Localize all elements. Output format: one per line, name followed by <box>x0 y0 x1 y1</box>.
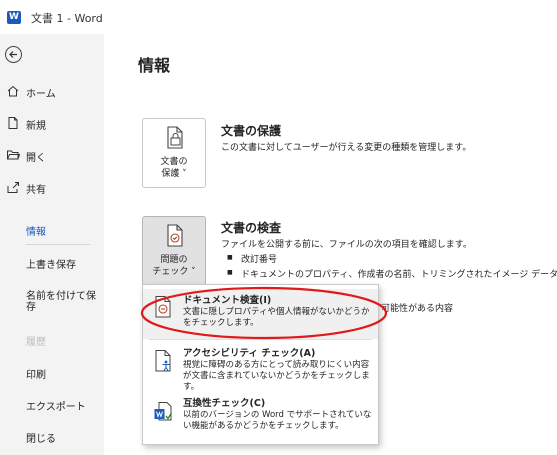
page-title: 情報 <box>138 56 171 75</box>
menu-separator <box>149 339 372 340</box>
menu-item-document-inspector[interactable]: ドキュメント検査(I) 文書に隠しプロパティや個人情報がないかどうかをチェックし… <box>143 289 378 339</box>
protect-button-label-2: 保護 ˅ <box>161 169 187 179</box>
check-button-label-1: 問題の <box>160 255 188 265</box>
inspect-section-desc: ファイルを公開する前に、ファイルの次の項目を確認します。 <box>221 240 472 250</box>
sidebar-item-save[interactable]: 上書き保存 <box>26 260 100 271</box>
new-document-icon <box>8 117 18 129</box>
menu-item-title: ドキュメント検査(I) <box>183 295 272 306</box>
open-folder-icon <box>7 150 20 160</box>
sidebar-item-label: 共有 <box>26 185 46 196</box>
protect-section-desc: この文書に対してユーザーが行える変更の種類を管理します。 <box>221 143 472 153</box>
inspect-bullet: 改訂番号 <box>227 252 277 265</box>
title-bar: W 文書 1 - Word <box>0 0 557 34</box>
protect-document-button[interactable]: 文書の 保護 ˅ <box>142 118 206 188</box>
menu-item-title: 互換性チェック(C) <box>183 398 266 409</box>
inspect-section-title: 文書の検査 <box>221 221 282 235</box>
menu-item-desc: 以前のバージョンの Word でサポートされていない機能があるかどうかをチェック… <box>183 410 372 431</box>
sidebar-item-history: 履歴 <box>26 337 46 348</box>
sidebar-item-close[interactable]: 閉じる <box>26 434 100 445</box>
menu-item-compatibility-checker[interactable]: 互換性チェック(C) 以前のバージョンの Word でサポートされていない機能が… <box>143 392 378 442</box>
home-icon <box>7 85 19 97</box>
word-logo-icon: W <box>7 11 21 24</box>
sidebar-divider <box>26 244 90 245</box>
menu-item-title: アクセシビリティ チェック(A) <box>183 348 316 359</box>
check-for-issues-menu: ドキュメント検査(I) 文書に隠しプロパティや個人情報がないかどうかをチェックし… <box>142 284 379 445</box>
menu-item-desc: 文書に隠しプロパティや個人情報がないかどうかをチェックします。 <box>183 307 370 328</box>
lock-document-icon <box>167 126 183 149</box>
protect-section-title: 文書の保護 <box>221 124 282 138</box>
check-button-label-2: チェック ˅ <box>152 267 196 277</box>
sidebar-item-label: 開く <box>26 153 46 164</box>
accessibility-icon <box>155 350 171 372</box>
share-icon <box>7 182 19 193</box>
inspect-document-icon <box>167 224 183 247</box>
sidebar-item-save-as[interactable]: 名前を付けて保存 <box>26 291 100 313</box>
backstage-sidebar: ホーム 新規 開く 共有 情報 上書き保存 名前を付けて保存 履歴 印刷 エクス… <box>0 34 104 455</box>
menu-item-desc: 視覚に障碍のある方にとって読み取りにくい内容が文書に含まれていないかどうかをチェ… <box>183 360 370 392</box>
sidebar-item-label: ホーム <box>26 89 56 100</box>
sidebar-item-info[interactable]: 情報 <box>26 227 100 238</box>
menu-item-accessibility-checker[interactable]: アクセシビリティ チェック(A) 視覚に障碍のある方にとって読み取りにくい内容が… <box>143 341 378 392</box>
sidebar-item-print[interactable]: 印刷 <box>26 370 100 381</box>
check-for-issues-button[interactable]: 問題の チェック ˅ <box>142 216 206 286</box>
inspect-trailing-text: 可能性がある内容 <box>381 304 454 314</box>
back-arrow-icon[interactable] <box>5 46 22 63</box>
sidebar-item-label: 新規 <box>26 121 46 132</box>
protect-button-label-1: 文書の <box>160 157 188 167</box>
window-title: 文書 1 - Word <box>31 12 103 25</box>
document-inspector-icon <box>155 296 171 318</box>
inspect-bullet: ドキュメントのプロパティ、作成者の名前、トリミングされたイメージ データ <box>227 267 557 280</box>
sidebar-item-export[interactable]: エクスポート <box>26 402 100 413</box>
compatibility-icon <box>154 402 173 421</box>
